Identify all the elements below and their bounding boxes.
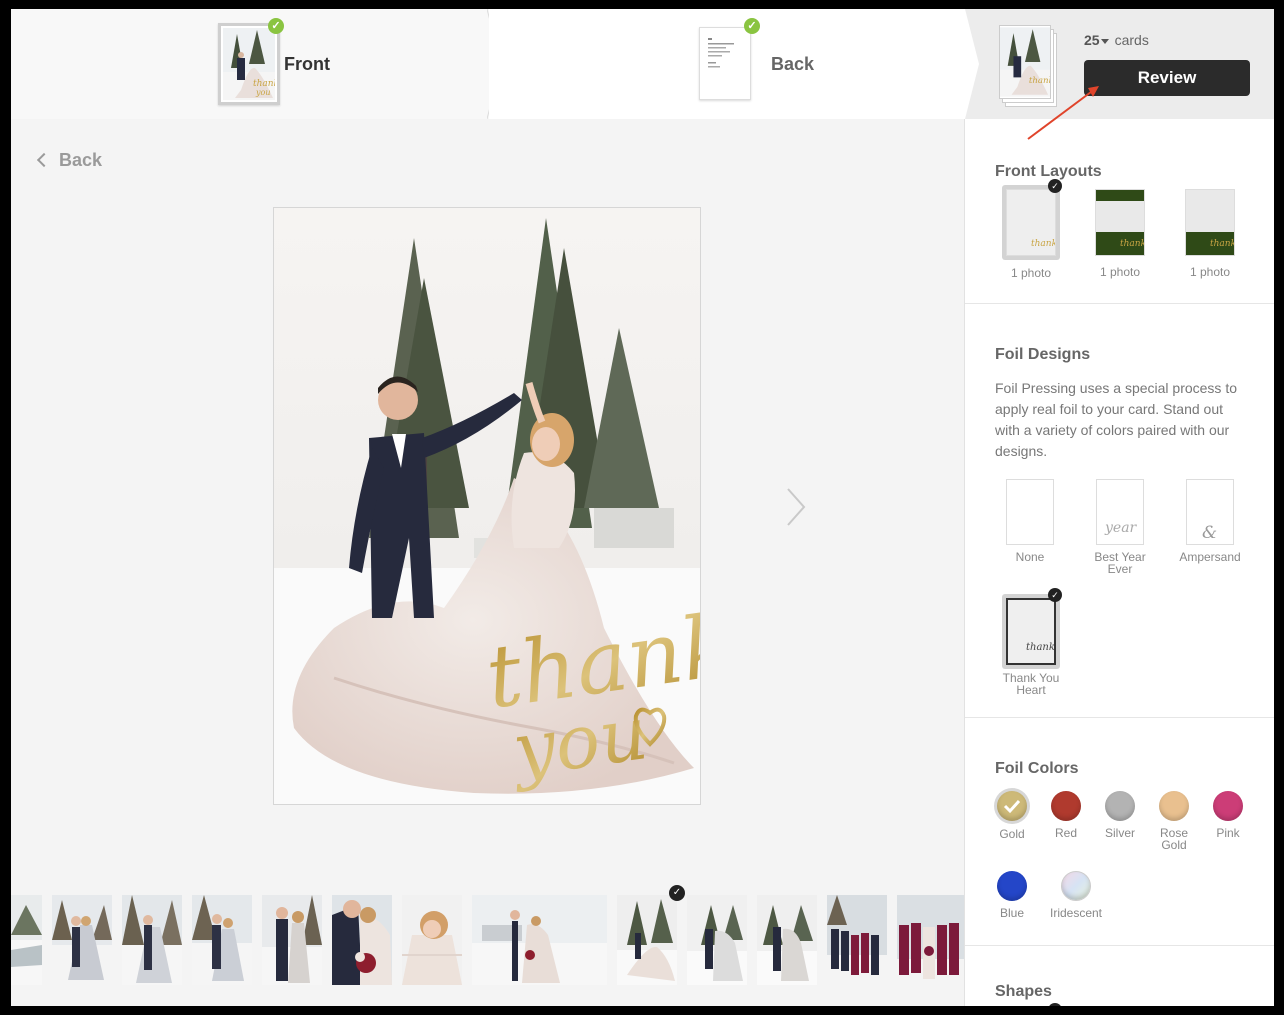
svg-text:year: year bbox=[1104, 520, 1138, 536]
layout-thumbnail: thank bbox=[1185, 189, 1235, 256]
front-step-thumbnail: thank you bbox=[218, 23, 280, 105]
photo-thumbnail[interactable] bbox=[472, 895, 607, 985]
layout-selected-ring: thank bbox=[1002, 185, 1060, 260]
svg-text:thank: thank bbox=[1120, 239, 1144, 249]
app-frame: thank you ✓ Front bbox=[11, 9, 1274, 1006]
svg-text:&: & bbox=[1202, 523, 1217, 543]
foil-design-selected-check-icon: ✓ bbox=[1048, 588, 1062, 602]
front-layouts-title: Front Layouts bbox=[995, 163, 1102, 180]
foil-color-label: Blue bbox=[999, 906, 1025, 920]
photo-thumbnail[interactable] bbox=[192, 895, 252, 985]
foil-color-iridescent[interactable]: Iridescent bbox=[1041, 871, 1111, 919]
foil-design-thumbnail bbox=[1006, 479, 1054, 545]
review-button[interactable]: Review bbox=[1084, 60, 1250, 96]
foil-designs-section: Foil Designs Foil Pressing uses a specia… bbox=[965, 304, 1274, 718]
layout-option-full-photo[interactable]: thank ✓ 1 photo bbox=[996, 179, 1066, 280]
photo-thumbnail[interactable] bbox=[122, 895, 182, 985]
foil-design-best-year-ever[interactable]: year Best Year Ever bbox=[1085, 479, 1155, 575]
shapes-section: Shapes ✓ bbox=[965, 946, 1274, 1006]
review-divider-chevron bbox=[965, 9, 979, 119]
layout-selected-check-icon: ✓ bbox=[1048, 179, 1062, 193]
photo-thumbnail[interactable] bbox=[262, 895, 322, 985]
check-icon bbox=[1003, 799, 1021, 814]
foil-color-label: Pink bbox=[1216, 826, 1240, 840]
iridescent-swatch bbox=[1061, 871, 1091, 901]
layout-option-green-top-band[interactable]: thank 1 photo bbox=[1085, 189, 1155, 278]
shape-selected-check-icon: ✓ bbox=[1048, 1003, 1062, 1006]
chevron-left-icon bbox=[36, 152, 52, 168]
photo-thumbnail[interactable] bbox=[52, 895, 112, 985]
step-front[interactable]: thank you ✓ Front bbox=[11, 9, 501, 119]
layout-thumbnail: thank bbox=[1095, 189, 1145, 256]
svg-text:thank: thank bbox=[1029, 76, 1050, 86]
foil-design-label: None bbox=[1015, 550, 1045, 564]
silver-swatch bbox=[1105, 791, 1135, 821]
foil-design-selected-ring: thank you bbox=[1002, 594, 1060, 669]
swatch-selected-ring bbox=[994, 788, 1030, 824]
foil-design-label: Thank You Heart bbox=[1002, 671, 1060, 697]
photo-thumbnail[interactable] bbox=[897, 895, 964, 985]
photo-thumbnail[interactable] bbox=[402, 895, 462, 985]
foil-design-label: Ampersand bbox=[1179, 550, 1241, 564]
photo-thumbnail[interactable] bbox=[11, 895, 42, 985]
photo-strip[interactable]: ✓ bbox=[11, 885, 964, 1006]
photo-thumbnail[interactable] bbox=[332, 895, 392, 985]
red-swatch bbox=[1051, 791, 1081, 821]
foil-design-thumbnail: thank you bbox=[1006, 598, 1056, 665]
photo-thumbnail-selected[interactable] bbox=[617, 895, 677, 985]
photo-thumbnail[interactable] bbox=[687, 895, 747, 985]
foil-design-thank-you-heart[interactable]: thank you ✓ Thank You Heart bbox=[996, 588, 1066, 697]
wedding-photo: thank you bbox=[274, 208, 700, 804]
svg-text:you: you bbox=[255, 88, 271, 97]
chevron-down-icon bbox=[1100, 38, 1109, 44]
foil-design-none[interactable]: None bbox=[995, 479, 1065, 563]
layout-option-green-bottom-band[interactable]: thank 1 photo bbox=[1175, 189, 1245, 278]
design-options-panel: Front Layouts thank ✓ 1 photo thank 1 ph… bbox=[964, 119, 1274, 1006]
foil-colors-section: Foil Colors Gold Red Silver Rose Gold Pi… bbox=[965, 718, 1274, 946]
layout-thumbnail: thank bbox=[1006, 189, 1056, 256]
svg-text:thank you: thank you bbox=[1026, 642, 1054, 653]
foil-color-label: Iridescent bbox=[1049, 906, 1103, 920]
quantity-value: 25 bbox=[1084, 32, 1100, 48]
foil-design-ampersand[interactable]: & Ampersand bbox=[1175, 479, 1245, 563]
step-front-label: Front bbox=[284, 54, 330, 74]
rose-gold-swatch bbox=[1159, 791, 1189, 821]
back-link-label: Back bbox=[59, 150, 103, 170]
front-layouts-section: Front Layouts thank ✓ 1 photo thank 1 ph… bbox=[965, 119, 1274, 304]
foil-design-thumbnail: year bbox=[1096, 479, 1144, 545]
step-bar: thank you ✓ Front bbox=[11, 9, 1274, 119]
gold-swatch bbox=[997, 791, 1027, 821]
back-link[interactable]: Back bbox=[36, 150, 103, 171]
svg-text:thank: thank bbox=[1031, 239, 1055, 249]
layout-label: 1 photo bbox=[1099, 265, 1141, 279]
quantity-selector[interactable]: 25 cards bbox=[1084, 32, 1149, 48]
foil-color-blue[interactable]: Blue bbox=[977, 871, 1047, 919]
step-back[interactable]: ✓ Back bbox=[489, 9, 984, 119]
shapes-title: Shapes bbox=[995, 983, 1052, 1000]
foil-color-pink[interactable]: Pink bbox=[1193, 791, 1263, 839]
next-arrow-icon[interactable] bbox=[786, 487, 806, 527]
layout-label: 1 photo bbox=[1010, 266, 1052, 280]
photo-thumbnail[interactable] bbox=[757, 895, 817, 985]
card-stack-thumbnail: thank bbox=[999, 25, 1061, 109]
foil-design-thumbnail: & bbox=[1186, 479, 1234, 545]
card-front-preview[interactable]: thank you bbox=[273, 207, 701, 805]
back-step-thumbnail bbox=[699, 27, 751, 100]
foil-color-label: Rose Gold bbox=[1159, 826, 1188, 852]
foil-colors-title: Foil Colors bbox=[995, 760, 1079, 777]
front-complete-check-icon: ✓ bbox=[268, 18, 284, 34]
foil-designs-description: Foil Pressing uses a special process to … bbox=[995, 380, 1237, 459]
layout-label: 1 photo bbox=[1189, 265, 1231, 279]
step-back-label: Back bbox=[771, 54, 815, 74]
blue-swatch bbox=[997, 871, 1027, 901]
back-complete-check-icon: ✓ bbox=[744, 18, 760, 34]
quantity-unit: cards bbox=[1114, 32, 1149, 48]
foil-design-label: Best Year Ever bbox=[1094, 550, 1146, 576]
svg-text:thank: thank bbox=[1210, 239, 1234, 249]
photo-thumbnail[interactable] bbox=[827, 895, 887, 985]
foil-designs-title: Foil Designs bbox=[995, 346, 1091, 363]
selected-photo-check-icon: ✓ bbox=[669, 885, 685, 901]
pink-swatch bbox=[1213, 791, 1243, 821]
